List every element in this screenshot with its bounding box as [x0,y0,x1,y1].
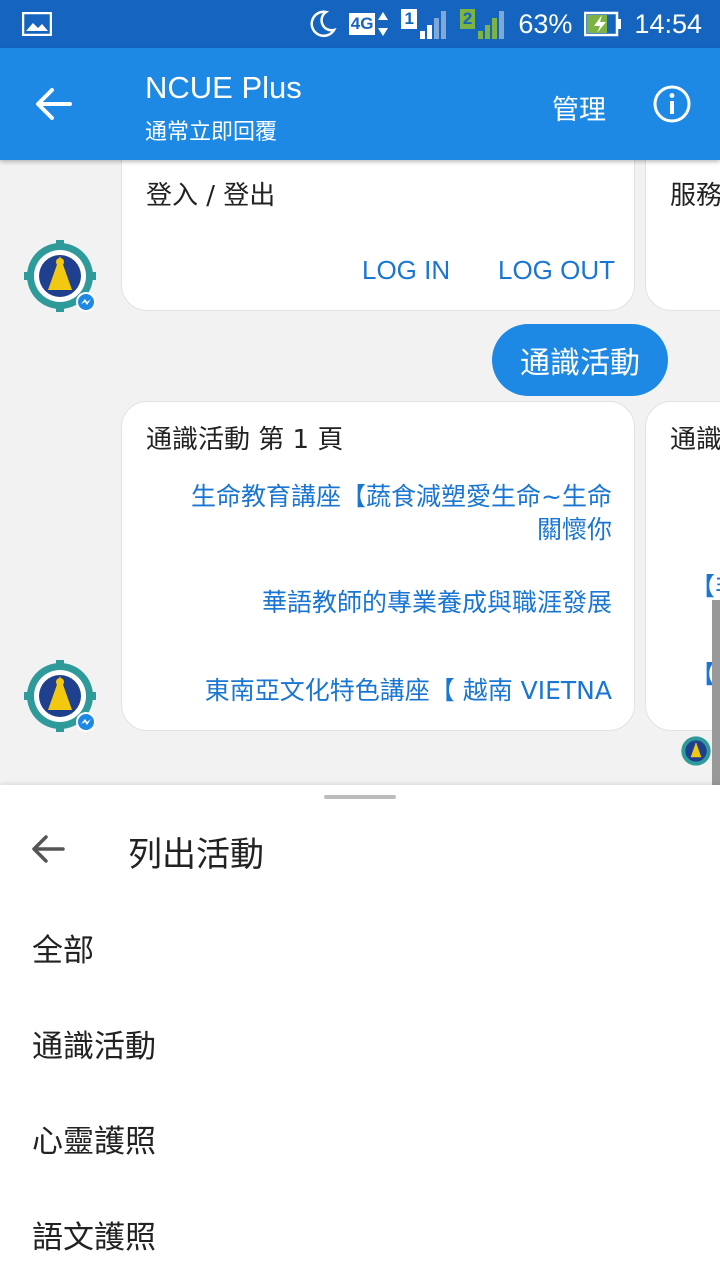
response-time-subtitle: 通常立即回覆 [145,120,278,145]
clock: 14:54 [634,8,702,39]
next-card-peek[interactable]: 服務 [645,160,720,311]
sim1-label: 1 [401,9,417,29]
menu-item-spiritual-passport[interactable]: 心靈護照 [32,1116,156,1161]
next-card-peek[interactable]: 通識 【非 【公 [645,401,720,731]
activity-link[interactable]: 【非 [690,570,720,603]
signal-bars-icon [478,11,505,39]
card-title: 服務 [670,181,720,211]
log-in-button[interactable]: LOG IN [362,255,450,286]
chat-area[interactable]: 登入 / 登出 LOG IN LOG OUT 服務 通識活動 通識活動 第 1 … [0,160,720,785]
info-icon[interactable] [652,84,692,124]
moon-icon [310,10,337,37]
activities-card: 通識活動 第 1 頁 生命教育講座【蔬食減塑愛生命~生命 關懷你 華語教師的專業… [121,401,635,731]
gallery-notification-icon [22,12,52,36]
bot-avatar[interactable] [24,660,96,732]
network-indicator: 4G [348,10,390,38]
sim2-label: 2 [459,9,476,29]
log-out-button[interactable]: LOG OUT [498,255,615,286]
app-bar: NCUE Plus 通常立即回覆 管理 [0,48,720,160]
manage-button[interactable]: 管理 [552,88,606,127]
card-title: 通識活動 第 1 頁 [146,425,344,455]
sim1-signal: 1 [401,9,447,39]
drag-handle[interactable] [324,795,396,799]
activity-link[interactable]: 東南亞文化特色講座【 越南 VIETNA [205,674,612,707]
status-bar: 4G 1 2 63% 14:54 [0,0,720,48]
bot-avatar[interactable] [24,240,96,312]
menu-item-language-passport[interactable]: 語文護照 [32,1212,156,1257]
network-type: 4G [348,13,376,35]
back-arrow-icon[interactable] [34,86,74,122]
activity-link[interactable]: 華語教師的專業養成與職涯發展 [262,586,612,619]
card-title: 通識 [670,425,720,455]
data-arrows-icon [378,12,389,36]
activity-link-continued[interactable]: 關懷你 [537,513,612,546]
user-message-bubble[interactable]: 通識活動 [492,324,668,396]
activities-bottom-sheet: 列出活動 全部 通識活動 心靈護照 語文護照 [0,785,720,1280]
activity-link[interactable]: 生命教育講座【蔬食減塑愛生命~生命 [191,480,612,513]
menu-item-all[interactable]: 全部 [32,925,94,970]
read-receipt-avatar [681,736,711,766]
menu-item-general-education[interactable]: 通識活動 [32,1021,156,1066]
conversation-title: NCUE Plus [145,70,302,105]
sheet-title: 列出活動 [128,835,264,875]
card-title: 登入 / 登出 [146,181,276,211]
sim2-signal: 2 [459,9,506,39]
battery-charging-icon [584,11,622,37]
battery-percent: 63% [518,8,573,39]
login-card: 登入 / 登出 LOG IN LOG OUT [121,160,635,311]
back-arrow-icon[interactable] [30,833,66,865]
signal-bars-icon [419,11,446,39]
scrollbar[interactable] [712,600,720,785]
